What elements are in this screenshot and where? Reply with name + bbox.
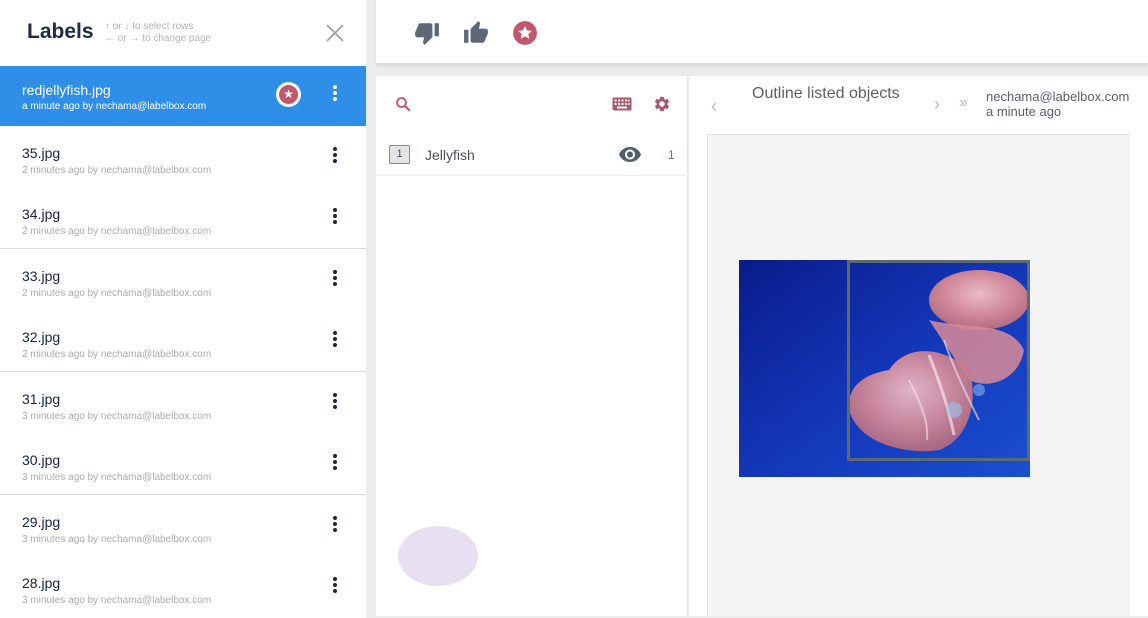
- thumbs-up-icon[interactable]: [463, 20, 489, 46]
- sidebar-title: Labels: [27, 20, 94, 43]
- thumbs-down-icon[interactable]: [414, 20, 440, 46]
- more-vert-icon[interactable]: [325, 391, 345, 415]
- skip-forward-icon[interactable]: ››: [959, 94, 981, 112]
- keyboard-icon[interactable]: [612, 97, 632, 111]
- keyboard-hint-rows: ↑ or ↓ to select rows: [105, 21, 194, 32]
- label-row[interactable]: 35.jpg 2 minutes ago by nechama@labelbox…: [0, 126, 366, 188]
- tool-name: Jellyfish: [425, 147, 475, 163]
- more-vert-icon[interactable]: [325, 145, 345, 169]
- search-icon[interactable]: [394, 95, 412, 113]
- keyboard-hint-pages: ← or → to change page: [105, 33, 212, 44]
- tool-count: 1: [668, 148, 675, 162]
- label-row-name: 28.jpg: [22, 575, 61, 591]
- label-row[interactable]: 30.jpg 3 minutes ago by nechama@labelbox…: [0, 433, 366, 495]
- label-row[interactable]: 34.jpg 2 minutes ago by nechama@labelbox…: [0, 187, 366, 249]
- more-vert-icon[interactable]: [325, 83, 345, 107]
- label-row-meta: 3 minutes ago by nechama@labelbox.com: [22, 411, 212, 422]
- label-row-active[interactable]: redjellyfish.jpg a minute ago by nechama…: [0, 66, 366, 128]
- label-row-meta: 3 minutes ago by nechama@labelbox.com: [22, 595, 212, 606]
- label-row[interactable]: 33.jpg 2 minutes ago by nechama@labelbox…: [0, 249, 366, 311]
- label-row-name: 29.jpg: [22, 514, 61, 530]
- labeling-canvas-area: ‹ Outline listed objects › ›› nechama@la…: [689, 76, 1148, 616]
- tool-hotkey: 1: [389, 145, 410, 164]
- label-row-name: redjellyfish.jpg: [22, 82, 111, 98]
- chevron-left-icon[interactable]: ‹: [711, 96, 725, 116]
- sidebar-header: Labels ↑ or ↓ to select rows ← or → to c…: [0, 0, 366, 66]
- label-row-meta: 2 minutes ago by nechama@labelbox.com: [22, 349, 212, 360]
- eye-icon[interactable]: [618, 146, 642, 162]
- more-vert-icon[interactable]: [325, 268, 345, 292]
- more-vert-icon[interactable]: [325, 329, 345, 353]
- label-time: a minute ago: [986, 104, 1062, 119]
- label-row-meta: 2 minutes ago by nechama@labelbox.com: [22, 226, 212, 237]
- image-stage[interactable]: [707, 134, 1130, 616]
- label-row-name: 34.jpg: [22, 206, 61, 222]
- tool-item-jellyfish[interactable]: 1 Jellyfish 1: [376, 136, 688, 176]
- label-row-name: 33.jpg: [22, 268, 61, 284]
- label-row-name: 30.jpg: [22, 452, 61, 468]
- label-row[interactable]: 31.jpg 3 minutes ago by nechama@labelbox…: [0, 372, 366, 434]
- star-icon[interactable]: [512, 20, 538, 46]
- label-row[interactable]: 29.jpg 3 minutes ago by nechama@labelbox…: [0, 495, 366, 557]
- label-author: nechama@labelbox.com: [986, 89, 1130, 104]
- label-row-name: 31.jpg: [22, 391, 61, 407]
- chevron-right-icon[interactable]: ›: [934, 94, 948, 114]
- instruction-text: Outline listed objects: [752, 85, 900, 102]
- keyboard-hint: ↑ or ↓ to select rows ← or → to change p…: [105, 21, 211, 45]
- label-row-meta: a minute ago by nechama@labelbox.com: [22, 101, 207, 112]
- close-icon[interactable]: [320, 18, 350, 48]
- label-row-meta: 3 minutes ago by nechama@labelbox.com: [22, 472, 212, 483]
- label-row-name: 35.jpg: [22, 145, 61, 161]
- help-bubble[interactable]: [398, 526, 478, 586]
- label-row[interactable]: 28.jpg 3 minutes ago by nechama@labelbox…: [0, 556, 366, 618]
- label-row-meta: 2 minutes ago by nechama@labelbox.com: [22, 165, 212, 176]
- more-vert-icon[interactable]: [325, 206, 345, 230]
- gear-icon[interactable]: [653, 95, 671, 113]
- label-author-info: nechama@labelbox.com a minute ago: [986, 89, 1129, 119]
- more-vert-icon[interactable]: [325, 514, 345, 538]
- labels-sidebar: Labels ↑ or ↓ to select rows ← or → to c…: [0, 0, 366, 618]
- label-row-name: 32.jpg: [22, 329, 61, 345]
- bounding-box-jellyfish[interactable]: [847, 260, 1030, 461]
- more-vert-icon[interactable]: [325, 575, 345, 599]
- review-toolbar: [376, 0, 1148, 64]
- label-row-meta: 3 minutes ago by nechama@labelbox.com: [22, 534, 212, 545]
- label-row-meta: 2 minutes ago by nechama@labelbox.com: [22, 288, 212, 299]
- label-row[interactable]: 32.jpg 2 minutes ago by nechama@labelbox…: [0, 310, 366, 372]
- more-vert-icon[interactable]: [325, 452, 345, 476]
- star-icon[interactable]: ★: [276, 82, 301, 107]
